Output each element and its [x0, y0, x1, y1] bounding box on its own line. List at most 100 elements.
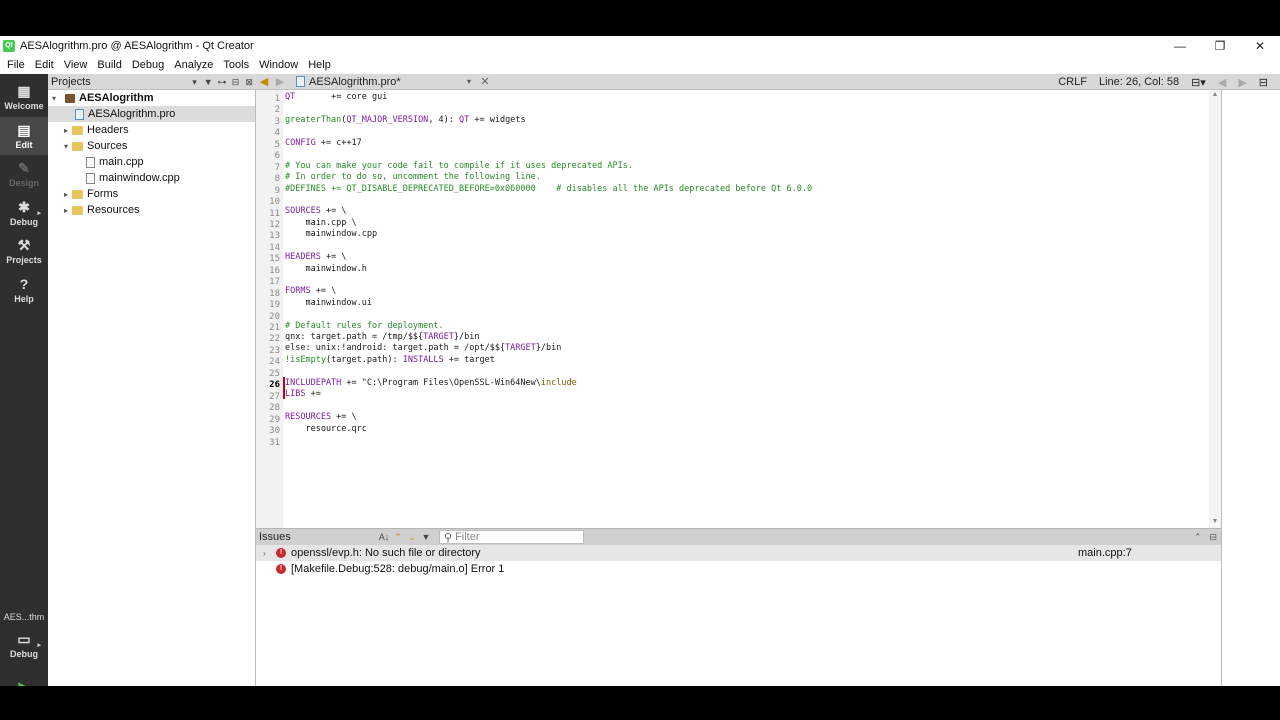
tree-item-forms[interactable]: ▸ Forms	[48, 186, 255, 202]
tree-item-mainwindow-cpp[interactable]: mainwindow.cpp	[48, 170, 255, 186]
issues-pane-title[interactable]: Issues	[259, 531, 377, 543]
maximize-button[interactable]: ❐	[1200, 36, 1240, 56]
chevron-right-icon[interactable]: ▸	[61, 206, 71, 215]
open-document-name: AESAlogrithm.pro*	[309, 75, 401, 88]
issue-location[interactable]: main.cpp:7	[1078, 545, 1132, 561]
link-icon[interactable]: ⊶	[215, 75, 229, 89]
split-icon[interactable]: ⊟	[229, 75, 243, 89]
minimize-button[interactable]: —	[1160, 36, 1200, 56]
scroll-up-icon[interactable]: ▲	[1209, 91, 1221, 98]
line-number: 1	[274, 94, 280, 104]
mode-help[interactable]: ? Help	[0, 271, 48, 309]
mode-design-label: Design	[8, 178, 39, 188]
issue-item[interactable]: ! [Makefile.Debug:528: debug/main.o] Err…	[256, 561, 1221, 577]
menu-help[interactable]: Help	[303, 59, 336, 71]
chevron-right-icon: ▸	[37, 642, 41, 649]
nav-right-icon[interactable]: ▶	[1238, 76, 1246, 89]
tree-item-project-root[interactable]: ▾ AESAlogrithm	[48, 90, 255, 106]
open-documents-combo[interactable]: AESAlogrithm.pro* ▾	[296, 76, 471, 88]
code-line: mainwindow.ui	[285, 298, 372, 308]
line-ending[interactable]: CRLF	[1058, 76, 1087, 88]
mode-welcome[interactable]: ▦ Welcome	[0, 78, 48, 116]
right-sidebar-area	[1221, 90, 1280, 686]
close-button[interactable]: ✕	[1240, 36, 1280, 56]
line-number: 27	[269, 391, 280, 402]
menu-window[interactable]: Window	[254, 59, 303, 71]
tree-item-label: Resources	[87, 204, 140, 216]
issue-item[interactable]: › ! openssl/evp.h: No such file or direc…	[256, 545, 1221, 561]
line-number: 11	[269, 208, 280, 219]
chevron-right-icon[interactable]: ▸	[61, 190, 71, 199]
projects-pane-header: Projects ▾ ▼ ⊶ ⊟ ⊠	[48, 74, 256, 90]
tree-item-sources[interactable]: ▾ Sources	[48, 138, 255, 154]
code-line: CONFIG += c++17	[285, 138, 362, 148]
chevron-right-icon[interactable]: ›	[256, 549, 273, 558]
maximize-pane-icon[interactable]: ⌃	[1194, 532, 1202, 543]
code-line: mainwindow.cpp	[285, 229, 378, 239]
split-icon[interactable]: ⊟	[1259, 76, 1268, 89]
editor-scrollbar[interactable]: ▲ ▼	[1209, 90, 1221, 528]
cursor-position[interactable]: Line: 26, Col: 58	[1099, 76, 1179, 88]
line-number: 12	[269, 219, 280, 230]
pro-file-icon	[75, 108, 84, 120]
line-number: 19	[269, 300, 280, 311]
pro-file-icon	[296, 76, 305, 87]
line-number: 23	[269, 345, 280, 356]
menu-edit[interactable]: Edit	[30, 59, 59, 71]
back-arrow-icon[interactable]: ◀	[256, 75, 272, 88]
line-number: 28	[269, 403, 280, 414]
line-number: 24	[269, 357, 280, 368]
text-editor[interactable]: 1 2 3 4 5 6 7 8 9 10 11 12 13 14 15 16 17 18 19 20 21 22 23 24 2…	[256, 90, 1221, 528]
line-number: 6	[274, 151, 280, 162]
forward-arrow-icon[interactable]: ▶	[272, 75, 288, 88]
letterbox-top	[0, 0, 1280, 36]
menu-tools[interactable]: Tools	[218, 59, 254, 71]
cpp-file-icon	[86, 156, 95, 168]
code-line: greaterThan(QT_MAJOR_VERSION, 4): QT += …	[285, 115, 526, 125]
line-number: 5	[274, 139, 280, 150]
tree-item-resources[interactable]: ▸ Resources	[48, 202, 255, 218]
kit-selector[interactable]: ▭ Debug ▸	[0, 626, 48, 664]
close-pane-icon[interactable]: ⊠	[242, 75, 256, 89]
close-document-icon[interactable]: ✕	[477, 75, 493, 88]
project-icon	[65, 93, 75, 103]
close-pane-icon[interactable]: ⊟	[1209, 532, 1217, 543]
line-number: 9	[274, 185, 280, 196]
expand-arrow-icon[interactable]: ▾	[49, 94, 59, 103]
expand-arrow-icon[interactable]: ▾	[61, 142, 71, 151]
tree-item-label: Headers	[87, 124, 129, 136]
projects-pane-title[interactable]: Projects	[51, 76, 188, 88]
menu-build[interactable]: Build	[92, 59, 126, 71]
menu-analyze[interactable]: Analyze	[169, 59, 218, 71]
mode-debug[interactable]: ✱ Debug ▸	[0, 194, 48, 232]
filter-icon[interactable]: ▼	[201, 75, 215, 89]
tree-item-pro-file[interactable]: AESAlogrithm.pro	[48, 106, 255, 122]
split-editor-icon[interactable]: ⊟▾	[1191, 76, 1206, 89]
mode-welcome-label: Welcome	[4, 101, 44, 111]
nav-left-icon[interactable]: ◀	[1218, 76, 1226, 89]
chevron-down-icon[interactable]: ▾	[188, 75, 202, 89]
tree-item-label: mainwindow.cpp	[99, 172, 180, 184]
filter-icon[interactable]: ▼	[419, 530, 433, 544]
scroll-down-icon[interactable]: ▼	[1209, 518, 1221, 525]
tree-item-headers[interactable]: ▸ Headers	[48, 122, 255, 138]
sort-icon[interactable]: A↓	[377, 530, 391, 544]
mode-projects-label: Projects	[6, 255, 42, 265]
code-line: FORMS += \	[285, 286, 337, 296]
window-controls: — ❐ ✕	[1160, 36, 1280, 56]
chevron-right-icon[interactable]: ▸	[61, 126, 71, 135]
menu-view[interactable]: View	[59, 59, 93, 71]
monitor-icon: ▭	[17, 631, 31, 647]
next-issue-icon[interactable]: ⌄	[405, 530, 419, 544]
mode-design[interactable]: ✎ Design	[0, 155, 48, 193]
tree-item-label: main.cpp	[99, 156, 144, 168]
editor-status: CRLF Line: 26, Col: 58 ⊟▾ ◀ ▶ ⊟	[1058, 74, 1280, 90]
tree-item-main-cpp[interactable]: main.cpp	[48, 154, 255, 170]
issues-filter-input[interactable]: ⚲ Filter	[439, 530, 584, 544]
menu-debug[interactable]: Debug	[127, 59, 169, 71]
menu-file[interactable]: File	[2, 59, 30, 71]
previous-issue-icon[interactable]: ⌃	[391, 530, 405, 544]
mode-projects[interactable]: ⚒ Projects	[0, 232, 48, 270]
mode-edit[interactable]: ▤ Edit	[0, 117, 48, 155]
tree-item-label: Sources	[87, 140, 128, 152]
